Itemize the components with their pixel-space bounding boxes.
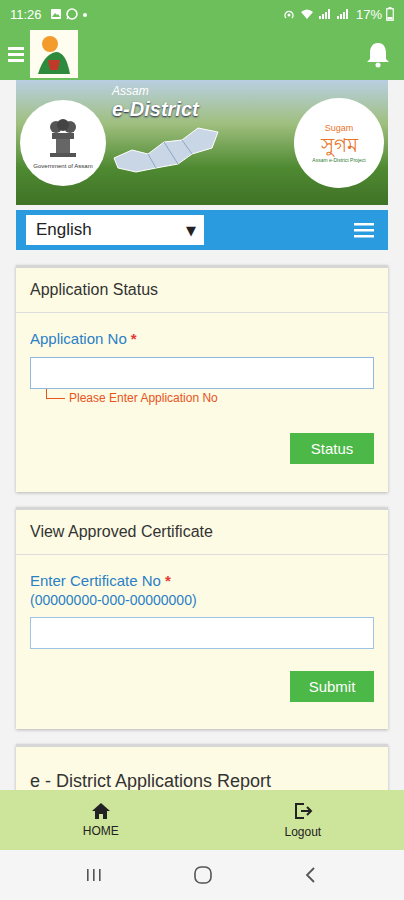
emblem-caption: Government of Assam: [33, 163, 92, 169]
status-button[interactable]: Status: [290, 433, 374, 464]
report-card: e - District Applications Report: [16, 744, 388, 790]
banner-title: e-District: [112, 98, 288, 120]
bell-icon[interactable]: [364, 40, 392, 68]
nav-item[interactable]: HOME: [63, 802, 139, 838]
back-icon[interactable]: [303, 866, 319, 884]
logout-icon: [293, 801, 313, 821]
card-title: View Approved Certificate: [16, 510, 388, 555]
banner: Government of Assam Assame-District Sugamস…: [16, 80, 388, 205]
home-icon: [91, 802, 111, 820]
sugam-logo: SugamসুগমAssam e-District Project: [294, 98, 384, 188]
dropdown-arrow: ▼: [186, 223, 196, 238]
menu-icon[interactable]: [8, 45, 24, 63]
recents-icon[interactable]: [85, 867, 103, 883]
sugam-bengali: সুগম: [321, 133, 358, 157]
emblem-icon: [46, 117, 80, 161]
hotspot-icon: [282, 8, 296, 20]
language-select[interactable]: English▼: [26, 215, 204, 245]
application-no-input[interactable]: [30, 357, 374, 389]
system-nav-bar: [0, 850, 404, 900]
app-header: [0, 28, 404, 80]
menu-icon[interactable]: [354, 222, 374, 238]
whatsapp-icon: [66, 8, 78, 20]
home-button-icon[interactable]: [193, 865, 213, 885]
application-status-card: Application Status Application No* Please …: [16, 265, 388, 492]
field-label: Application No*: [30, 329, 374, 349]
field-hint: (00000000-000-00000000): [30, 591, 374, 609]
card-title: e - District Applications Report: [16, 747, 388, 790]
nav-item[interactable]: Logout: [264, 801, 341, 839]
gallery-icon: [50, 8, 62, 20]
wifi-icon: [300, 8, 314, 20]
banner-subtitle: Assam: [112, 84, 288, 98]
certificate-no-input[interactable]: [30, 617, 374, 649]
signal-icon: [336, 8, 350, 20]
status-time: 11:26: [10, 7, 42, 22]
map-icon: [112, 124, 222, 176]
bottom-nav: HOME Logout: [0, 790, 404, 850]
error-message: Please Enter Application No: [46, 389, 374, 405]
card-title: Application Status: [16, 268, 388, 313]
sugam-latin: Sugam: [325, 123, 354, 133]
battery-icon: [386, 7, 394, 21]
status-bar: 11:26 17%: [0, 0, 404, 28]
app-logo: [30, 30, 78, 78]
app-logo-icon: [30, 30, 78, 78]
certificate-card: View Approved Certificate Enter Certifica…: [16, 507, 388, 729]
notification-dot-icon: [82, 8, 88, 20]
signal-icon: [318, 8, 332, 20]
battery-level: 17%: [356, 7, 382, 22]
submit-button[interactable]: Submit: [290, 671, 374, 702]
language-bar: English▼: [16, 210, 388, 250]
main-content: Government of Assam Assame-District Sugamস…: [0, 80, 404, 790]
sugam-caption: Assam e-District Project: [312, 157, 365, 163]
field-label: Enter Certificate No*: [30, 571, 374, 591]
screen: 11:26 17% Government of Assam Assame-Distri…: [0, 0, 404, 900]
government-emblem: Government of Assam: [20, 100, 106, 186]
